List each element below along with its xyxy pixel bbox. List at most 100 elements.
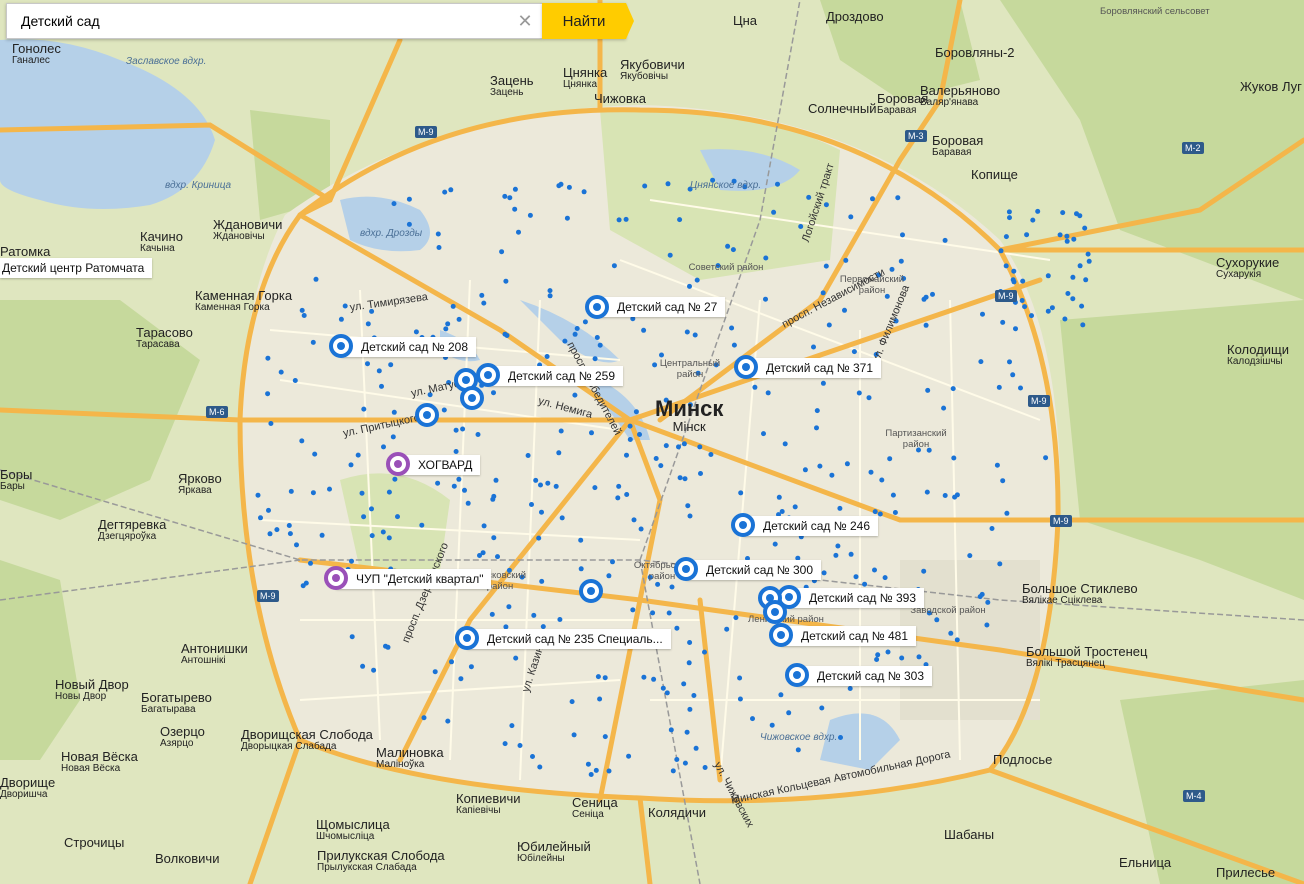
kindergarten-dot[interactable]: [889, 266, 895, 272]
kindergarten-dot[interactable]: [833, 552, 839, 558]
kindergarten-dot[interactable]: [481, 300, 487, 306]
kindergarten-dot[interactable]: [502, 331, 508, 337]
kindergarten-dot[interactable]: [687, 640, 693, 645]
kindergarten-dot[interactable]: [502, 193, 508, 199]
kindergarten-dot[interactable]: [593, 767, 599, 773]
kindergarten-dot[interactable]: [1082, 225, 1088, 231]
kindergarten-dot[interactable]: [941, 405, 947, 411]
kindergarten-pin-icon[interactable]: [674, 557, 698, 581]
kindergarten-dot[interactable]: [538, 482, 543, 488]
kindergarten-dot[interactable]: [650, 610, 656, 616]
close-icon[interactable]: ✕: [508, 11, 542, 32]
kindergarten-dot[interactable]: [817, 463, 823, 469]
kindergarten-dot[interactable]: [651, 676, 657, 682]
kindergarten-dot[interactable]: [545, 480, 551, 486]
kindergarten-dot[interactable]: [588, 772, 594, 777]
kindergarten-dot[interactable]: [606, 573, 612, 579]
kindergarten-dot[interactable]: [388, 362, 394, 368]
kindergarten-dot[interactable]: [942, 237, 948, 243]
kindergarten-dot[interactable]: [665, 181, 671, 187]
kindergarten-dot[interactable]: [445, 321, 451, 327]
kindergarten-dot[interactable]: [448, 187, 454, 193]
kindergarten-dot[interactable]: [453, 449, 459, 454]
kindergarten-dot[interactable]: [1086, 258, 1092, 264]
kindergarten-dot[interactable]: [556, 450, 562, 456]
kindergarten-dot[interactable]: [359, 490, 365, 496]
kindergarten-dot[interactable]: [435, 231, 441, 237]
kindergarten-dot[interactable]: [443, 326, 449, 332]
kindergarten-dot[interactable]: [556, 183, 562, 189]
kindergarten-dot[interactable]: [537, 764, 543, 770]
kindergarten-dot[interactable]: [547, 293, 553, 299]
kindergarten-dot[interactable]: [997, 561, 1003, 567]
kindergarten-dot[interactable]: [456, 316, 462, 322]
kindergarten-dot[interactable]: [856, 390, 862, 396]
kindergarten-dot[interactable]: [509, 723, 515, 729]
kindergarten-dot[interactable]: [413, 329, 419, 335]
kindergarten-dot[interactable]: [899, 655, 905, 661]
kindergarten-dot[interactable]: [349, 558, 354, 564]
kindergarten-dot[interactable]: [798, 224, 804, 229]
kindergarten-dot[interactable]: [616, 483, 622, 489]
kindergarten-dot[interactable]: [319, 532, 325, 538]
kindergarten-dot[interactable]: [1019, 298, 1025, 303]
kindergarten-dot[interactable]: [694, 277, 700, 283]
kindergarten-dot[interactable]: [553, 483, 559, 489]
kindergarten-dot[interactable]: [602, 734, 608, 740]
kindergarten-dot[interactable]: [638, 526, 644, 532]
kindergarten-dot[interactable]: [495, 554, 500, 560]
kindergarten-dot[interactable]: [465, 500, 471, 506]
kindergarten-dot[interactable]: [449, 659, 454, 665]
kindergarten-dot[interactable]: [1024, 232, 1030, 238]
kindergarten-dot[interactable]: [835, 543, 841, 549]
kindergarten-dot[interactable]: [895, 195, 901, 201]
kindergarten-dot[interactable]: [386, 535, 392, 541]
kindergarten-dot[interactable]: [684, 329, 690, 335]
kindergarten-dot[interactable]: [978, 359, 984, 365]
kindergarten-dot[interactable]: [826, 322, 832, 328]
kindergarten-dot[interactable]: [450, 303, 456, 309]
kindergarten-dot[interactable]: [361, 514, 367, 520]
kindergarten-dot[interactable]: [369, 533, 375, 539]
kindergarten-dot[interactable]: [763, 296, 768, 302]
kindergarten-dot[interactable]: [837, 505, 843, 511]
kindergarten-dot[interactable]: [866, 395, 872, 401]
kindergarten-pin-icon[interactable]: [579, 579, 603, 603]
kindergarten-dot[interactable]: [456, 476, 462, 482]
kindergarten-dot[interactable]: [462, 487, 467, 493]
kindergarten-dot[interactable]: [479, 292, 485, 298]
kindergarten-dot[interactable]: [602, 675, 608, 681]
kindergarten-dot[interactable]: [502, 741, 508, 747]
kindergarten-pin-icon[interactable]: [763, 600, 787, 624]
kindergarten-dot[interactable]: [506, 604, 512, 610]
kindergarten-dot[interactable]: [658, 463, 664, 469]
kindergarten-dot[interactable]: [278, 369, 284, 375]
kindergarten-dot[interactable]: [589, 430, 594, 436]
kindergarten-pin-icon[interactable]: [585, 295, 609, 319]
kindergarten-dot[interactable]: [792, 504, 798, 510]
kindergarten-dot[interactable]: [934, 617, 940, 623]
kindergarten-dot[interactable]: [365, 361, 370, 367]
kindergarten-dot[interactable]: [258, 515, 263, 521]
kindergarten-dot[interactable]: [776, 494, 782, 500]
kindergarten-dot[interactable]: [255, 492, 261, 498]
kindergarten-dot[interactable]: [299, 438, 305, 444]
kindergarten-dot[interactable]: [877, 511, 883, 517]
kindergarten-dot[interactable]: [381, 444, 386, 450]
kindergarten-dot[interactable]: [821, 570, 827, 576]
kindergarten-dot[interactable]: [544, 354, 550, 359]
kindergarten-dot[interactable]: [737, 675, 743, 681]
kindergarten-dot[interactable]: [419, 522, 425, 528]
kindergarten-dot[interactable]: [1045, 273, 1051, 279]
kindergarten-dot[interactable]: [674, 757, 680, 762]
kindergarten-dot[interactable]: [406, 196, 412, 202]
kindergarten-dot[interactable]: [562, 338, 568, 344]
kindergarten-dot[interactable]: [641, 674, 647, 680]
kindergarten-dot[interactable]: [670, 768, 676, 774]
kindergarten-dot[interactable]: [491, 390, 496, 396]
kindergarten-dot[interactable]: [395, 514, 400, 520]
kindergarten-dot[interactable]: [802, 467, 808, 473]
kindergarten-dot[interactable]: [445, 718, 451, 724]
kindergarten-dot[interactable]: [1070, 274, 1076, 280]
kindergarten-dot[interactable]: [668, 727, 674, 733]
